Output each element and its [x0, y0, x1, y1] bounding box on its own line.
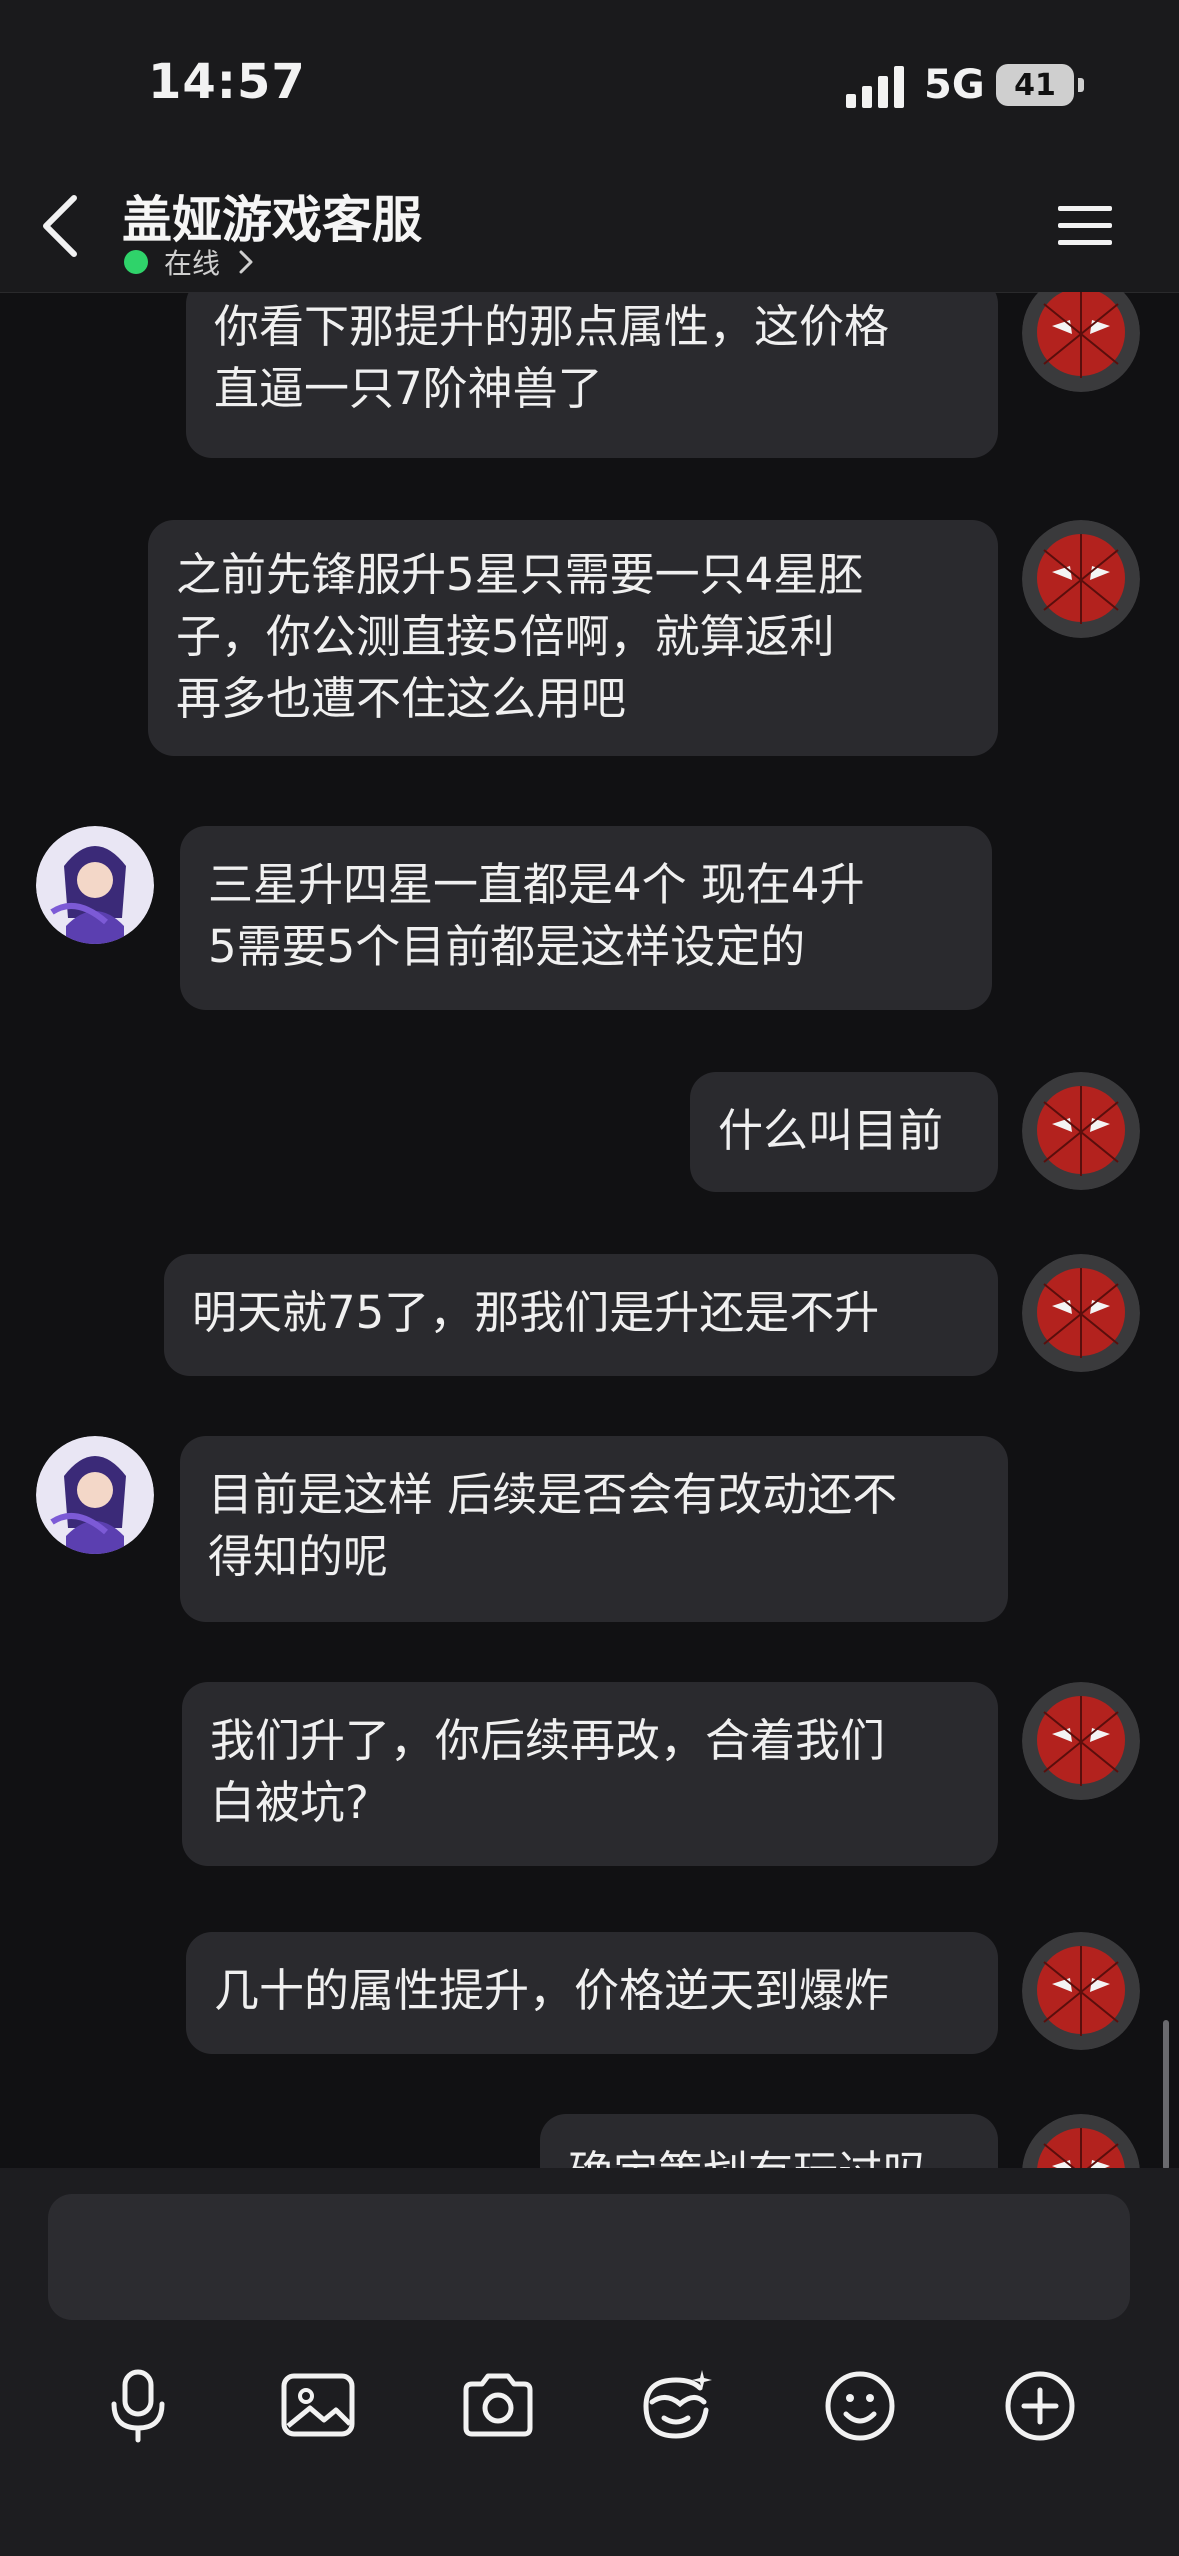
user-avatar[interactable] [1022, 1682, 1140, 1800]
user-avatar[interactable] [1022, 520, 1140, 638]
status-bar: 14:57 5G 41 [0, 0, 1179, 160]
back-button[interactable] [30, 190, 94, 262]
message-list[interactable]: 你看下那提升的那点属性，这价格 直逼一只7阶神兽了 之前先锋服升5星只需要一只4… [0, 292, 1179, 2168]
message-bubble-outgoing[interactable]: 明天就75了，那我们是升还是不升 [164, 1254, 998, 1376]
battery-icon: 41 [996, 64, 1074, 106]
chevron-right-icon [239, 250, 253, 274]
message-bubble-incoming[interactable]: 目前是这样 后续是否会有改动还不 得知的呢 [180, 1436, 1008, 1622]
message-bubble-outgoing[interactable]: 什么叫目前 [690, 1072, 998, 1192]
camera-icon[interactable] [458, 2366, 538, 2446]
emoji-icon[interactable] [820, 2366, 900, 2446]
plus-icon[interactable] [1000, 2366, 1080, 2446]
online-indicator [124, 250, 148, 274]
message-bubble-outgoing[interactable]: 之前先锋服升5星只需要一只4星胚 子，你公测直接5倍啊，就算返利 再多也遭不住这… [148, 520, 998, 756]
status-time: 14:57 [148, 54, 306, 110]
message-input[interactable] [48, 2194, 1130, 2320]
battery-level: 41 [1014, 67, 1056, 103]
network-type: 5G [924, 62, 985, 108]
sticker-icon[interactable] [636, 2366, 716, 2446]
user-avatar[interactable] [1022, 1072, 1140, 1190]
composer [0, 2168, 1179, 2556]
image-icon[interactable] [278, 2366, 358, 2446]
microphone-icon[interactable] [98, 2366, 178, 2446]
agent-avatar[interactable] [36, 826, 154, 944]
user-avatar[interactable] [1022, 292, 1140, 392]
message-bubble-outgoing[interactable]: 几十的属性提升，价格逆天到爆炸 [186, 1932, 998, 2054]
message-bubble-outgoing[interactable]: 确定策划有玩过吗 [540, 2114, 998, 2168]
message-bubble-incoming[interactable]: 三星升四星一直都是4个 现在4升 5需要5个目前都是这样设定的 [180, 826, 992, 1010]
battery-tip [1078, 78, 1084, 92]
user-avatar[interactable] [1022, 1932, 1140, 2050]
agent-avatar[interactable] [36, 1436, 154, 1554]
message-bubble-outgoing[interactable]: 你看下那提升的那点属性，这价格 直逼一只7阶神兽了 [186, 292, 998, 458]
online-label: 在线 [164, 247, 221, 280]
menu-icon[interactable] [1056, 202, 1114, 250]
user-avatar[interactable] [1022, 1254, 1140, 1372]
scrollbar[interactable] [1163, 2020, 1169, 2170]
chat-header: 盖娅游戏客服 在线 [0, 160, 1179, 293]
online-status[interactable]: 在线 [124, 242, 254, 282]
signal-icon [846, 66, 904, 108]
user-avatar[interactable] [1022, 2114, 1140, 2168]
message-bubble-outgoing[interactable]: 我们升了，你后续再改，合着我们 白被坑? [182, 1682, 998, 1866]
